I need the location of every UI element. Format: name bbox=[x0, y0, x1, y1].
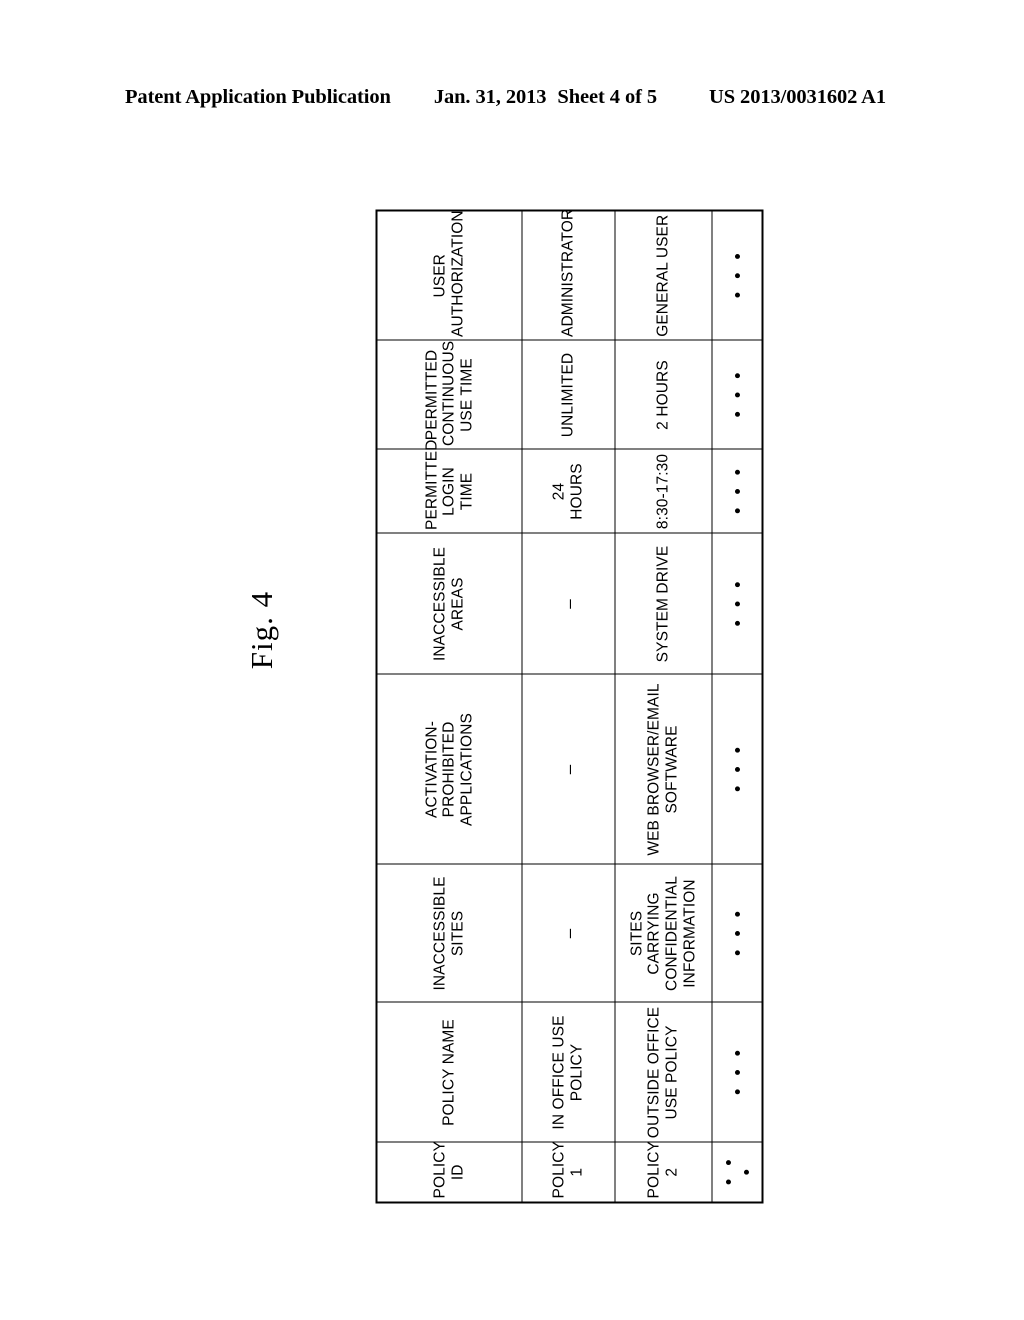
column-header-policy-id: POLICY ID bbox=[376, 1141, 522, 1202]
column-header-inaccessible-sites: INACCESSIBLE SITES bbox=[376, 864, 522, 1002]
column-header-permitted-login-time: PERMITTED LOGIN TIME bbox=[376, 439, 522, 533]
table-row: POLICY 1 IN OFFICE USE POLICY – – – 24 H… bbox=[521, 208, 615, 1202]
cell-activation-prohibited-applications: • • • bbox=[711, 674, 762, 864]
cell-user-authorization: • • • bbox=[711, 210, 762, 340]
cell-policy-name: OUTSIDE OFFICE USE POLICY bbox=[614, 1002, 712, 1142]
cell-inaccessible-areas: – bbox=[521, 533, 615, 674]
cell-user-authorization: ADMINISTRATOR bbox=[521, 208, 615, 340]
sheet-number: Sheet 4 of 5 bbox=[557, 86, 658, 108]
table-row: POLICY 2 OUTSIDE OFFICE USE POLICY SITES… bbox=[614, 210, 712, 1202]
document-number: US 2013/0031602 A1 bbox=[709, 86, 887, 108]
figure-label: Fig. 4 bbox=[244, 590, 279, 670]
cell-permitted-continuous-use-time: • • • bbox=[711, 340, 762, 449]
cell-inaccessible-areas: SYSTEM DRIVE bbox=[614, 533, 712, 674]
column-header-permitted-continuous-use-time: PERMITTED CONTINUOUS USE TIME bbox=[376, 340, 522, 449]
figure-table-container: POLICY ID POLICY NAME INACCESSIBLE SITES… bbox=[375, 208, 763, 1203]
table-row-ellipsis: • • • • • • • • • • • • • • • • • • • • … bbox=[711, 210, 762, 1202]
cell-policy-id: POLICY 2 bbox=[614, 1141, 712, 1202]
column-header-policy-name: POLICY NAME bbox=[376, 1002, 522, 1142]
cell-permitted-login-time: 24 HOURS bbox=[521, 449, 615, 533]
table-header-row: POLICY ID POLICY NAME INACCESSIBLE SITES… bbox=[376, 210, 522, 1202]
cell-inaccessible-sites: SITES CARRYING CONFIDENTIAL INFORMATION bbox=[614, 864, 712, 1002]
cell-permitted-continuous-use-time: UNLIMITED bbox=[521, 340, 615, 449]
cell-policy-name: • • • bbox=[711, 1002, 762, 1142]
publication-title: Patent Application Publication bbox=[125, 86, 391, 108]
cell-inaccessible-areas: • • • bbox=[711, 533, 762, 674]
publication-header: Patent Application Publication Jan. 31, … bbox=[125, 86, 905, 116]
cell-inaccessible-sites: – bbox=[521, 864, 615, 1002]
cell-policy-id: POLICY 1 bbox=[521, 1141, 615, 1202]
cell-policy-name: IN OFFICE USE POLICY bbox=[521, 1002, 615, 1142]
cell-permitted-continuous-use-time: 2 HOURS bbox=[614, 340, 712, 449]
cell-policy-id: • • • bbox=[711, 1142, 762, 1202]
cell-inaccessible-sites: • • • bbox=[711, 864, 762, 1002]
cell-activation-prohibited-applications: – bbox=[521, 674, 615, 864]
policy-table: POLICY ID POLICY NAME INACCESSIBLE SITES… bbox=[375, 208, 763, 1203]
publication-date: Jan. 31, 2013 bbox=[433, 86, 547, 108]
column-header-inaccessible-areas: INACCESSIBLE AREAS bbox=[376, 533, 522, 674]
column-header-activation-prohibited-applications: ACTIVATION-PROHIBITED APPLICATIONS bbox=[376, 674, 522, 864]
cell-activation-prohibited-applications: WEB BROWSER/EMAIL SOFTWARE bbox=[614, 674, 712, 864]
cell-user-authorization: GENERAL USER bbox=[614, 210, 712, 340]
cell-permitted-login-time: 8:30-17:30 bbox=[614, 449, 712, 533]
cell-permitted-login-time: • • • bbox=[711, 449, 762, 533]
column-header-user-authorization: USER AUTHORIZATION bbox=[376, 210, 522, 340]
